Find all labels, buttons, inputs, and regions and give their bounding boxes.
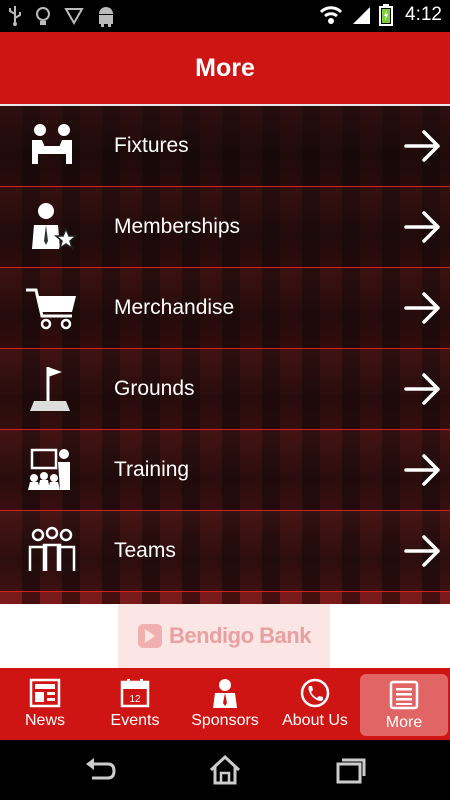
menu-item-fixtures[interactable]: Fixtures <box>0 106 450 187</box>
menu-item-teams[interactable]: Teams <box>0 511 450 592</box>
menu-item-label: Merchandise <box>114 296 235 319</box>
android-icon <box>99 7 113 27</box>
bendigo-bank-ad[interactable]: Bendigo Bank <box>118 604 330 668</box>
tab-label: News <box>24 712 65 729</box>
memberships-icon <box>32 203 79 250</box>
menu-item-label: Grounds <box>114 377 195 400</box>
menu-item-label: Training <box>114 458 190 481</box>
training-icon <box>28 448 70 490</box>
bottom-tab-bar: News 12 Events Sponsors About Us More <box>0 668 450 740</box>
wifi-icon <box>319 6 343 24</box>
tab-news[interactable]: News <box>0 668 90 740</box>
news-icon <box>29 678 61 708</box>
arrow-right-icon <box>404 454 440 486</box>
tab-events[interactable]: 12 Events <box>90 668 180 740</box>
arrow-right-icon <box>404 292 440 324</box>
usb-icon <box>9 6 21 26</box>
download-icon <box>64 8 84 26</box>
menu-item-label: Memberships <box>114 215 241 238</box>
tab-label: Events <box>110 712 160 729</box>
arrow-right-icon <box>404 130 440 162</box>
menu-item-label: Teams <box>114 539 176 562</box>
back-icon[interactable] <box>82 754 118 786</box>
tab-label: Sponsors <box>191 712 259 729</box>
battery-charging-icon <box>379 4 394 26</box>
more-list-icon <box>389 680 419 710</box>
menu-item-merchandise[interactable]: Merchandise <box>0 268 450 349</box>
shopping-cart-icon <box>26 288 76 330</box>
recent-apps-icon[interactable] <box>332 754 368 786</box>
arrow-right-icon <box>404 373 440 405</box>
bendigo-logo-icon <box>138 624 163 648</box>
calendar-day: 12 <box>129 694 141 705</box>
signal-icon <box>353 7 371 24</box>
tab-more[interactable]: More <box>360 674 448 736</box>
clock: 4:12 <box>405 4 442 25</box>
tab-sponsors[interactable]: Sponsors <box>180 668 270 740</box>
sponsor-icon <box>213 679 237 708</box>
page-title: More <box>195 53 255 82</box>
menu-item-grounds[interactable]: Grounds <box>0 349 450 430</box>
arrow-right-icon <box>404 211 440 243</box>
flag-icon <box>30 367 70 411</box>
calendar-icon: 12 <box>120 679 150 708</box>
home-icon[interactable] <box>207 754 243 786</box>
menu-item-training[interactable]: Training <box>0 430 450 511</box>
tab-label: About Us <box>282 712 348 729</box>
arrow-right-icon <box>404 535 440 567</box>
menu-list: Fixtures Memberships Merchandise Grounds <box>0 106 450 604</box>
tab-label: More <box>385 714 423 731</box>
system-nav-bar <box>0 740 450 800</box>
menu-item-memberships[interactable]: Memberships <box>0 187 450 268</box>
ad-banner[interactable]: Bendigo Bank <box>0 604 450 668</box>
teams-icon <box>28 526 76 571</box>
status-bar: 4:12 <box>0 0 450 32</box>
app-bar: More <box>0 32 450 106</box>
fixtures-icon <box>32 124 72 164</box>
lightbulb-icon <box>36 7 50 25</box>
phone-icon <box>300 678 330 708</box>
menu-item-label: Fixtures <box>114 134 189 157</box>
ad-text: Bendigo Bank <box>169 623 311 648</box>
tab-about-us[interactable]: About Us <box>270 668 360 740</box>
